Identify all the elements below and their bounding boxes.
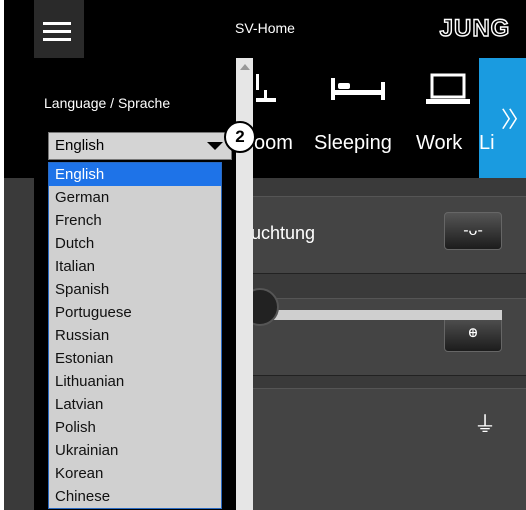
lamp-icon (256, 74, 276, 102)
category-label: oom (254, 132, 293, 154)
control-row-dimmer: t ⏚ (241, 388, 526, 510)
language-options-list: English German French Dutch Italian Spanish Po… (48, 162, 222, 509)
control-row-lighting: euchtung -ᴗ- (241, 196, 526, 274)
light-toggle-button[interactable]: -ᴗ- (444, 212, 502, 250)
hamburger-icon (43, 22, 71, 25)
scroll-up-icon[interactable] (240, 64, 250, 70)
menu-button[interactable] (34, 0, 84, 58)
language-option[interactable]: Spanish (49, 278, 221, 301)
language-option[interactable]: Ukrainian (49, 439, 221, 462)
category-label: Sleeping (314, 132, 392, 154)
bed-icon (331, 78, 385, 100)
language-option[interactable]: German (49, 186, 221, 209)
language-selected-value: English (55, 137, 105, 154)
language-label: Language / Sprache (44, 95, 171, 111)
language-option[interactable]: Portuguese (49, 301, 221, 324)
language-option[interactable]: Italian (49, 255, 221, 278)
category-label: Li (479, 132, 495, 154)
language-option[interactable]: Dutch (49, 232, 221, 255)
dropdown-arrow-icon (207, 142, 223, 150)
language-option[interactable]: Polish (49, 416, 221, 439)
language-option[interactable]: English (49, 163, 221, 186)
language-option[interactable]: Lithuanian (49, 370, 221, 393)
dimmer-slider[interactable] (254, 310, 502, 320)
language-option[interactable]: Russian (49, 324, 221, 347)
language-option[interactable]: Korean (49, 462, 221, 485)
category-label: Work (416, 132, 463, 154)
language-panel: Language / Sprache English English German… (34, 58, 253, 510)
laptop-icon (426, 73, 470, 104)
next-categories-button[interactable]: 〉〉 (501, 102, 526, 134)
language-option[interactable]: Latvian (49, 393, 221, 416)
language-option[interactable]: Chinese (49, 485, 221, 508)
language-select[interactable]: English (48, 132, 232, 160)
brand-text: JUNG (440, 15, 511, 41)
brand-logo: JUNG (434, 14, 516, 42)
app-frame: SV-Home JUNG oom Sleeping Work Li 〉〉 euc… (4, 0, 526, 510)
language-option[interactable]: Estonian (49, 347, 221, 370)
dimmer-icon: ⏚ (473, 412, 496, 437)
language-option[interactable]: French (49, 209, 221, 232)
step-badge: 2 (224, 121, 256, 153)
